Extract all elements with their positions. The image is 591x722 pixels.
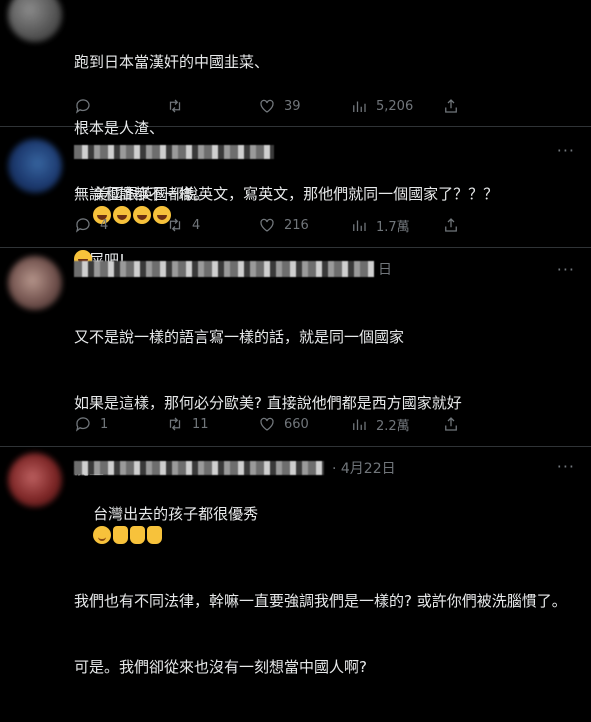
tweet-line: 跑到日本當漢奸的中國韭菜、 bbox=[74, 53, 270, 71]
tweet-line: 又不是說一樣的語言寫一樣的話，就是同一個國家 bbox=[74, 328, 405, 346]
like-count: 39 bbox=[284, 98, 301, 114]
heart-icon bbox=[260, 218, 274, 232]
tweet-line: 可是。我們卻從來也沒有一刻想當中國人啊? bbox=[74, 658, 367, 676]
blurred-username bbox=[74, 461, 324, 475]
tweet-line: 美國跟英國都說英文，寫英文，那他們就同一個國家了？？？ bbox=[93, 185, 499, 203]
tweet-header bbox=[74, 143, 274, 161]
heart-icon bbox=[260, 417, 274, 431]
retweet-icon bbox=[169, 99, 181, 113]
tweet-actions: 4 4 216 1.7萬 bbox=[74, 215, 514, 235]
avatar[interactable] bbox=[8, 139, 62, 193]
share-button[interactable] bbox=[442, 415, 460, 433]
views-count: 2.2萬 bbox=[376, 418, 410, 434]
avatar[interactable] bbox=[8, 0, 62, 42]
heart-icon bbox=[260, 99, 274, 113]
share-icon bbox=[445, 218, 457, 232]
like-button[interactable]: 660 bbox=[258, 415, 350, 433]
views-button[interactable]: 1.7萬 bbox=[350, 216, 442, 235]
reply-button[interactable]: 4 bbox=[74, 216, 166, 234]
thumbs-up-emoji bbox=[147, 526, 163, 544]
share-icon bbox=[445, 99, 457, 113]
reply-icon bbox=[75, 218, 90, 233]
retweet-icon bbox=[169, 417, 181, 431]
tweet-1[interactable]: 跑到日本當漢奸的中國韭菜、 根本是人渣、 無論和誰都不一樣。 去屎吧! 39 5… bbox=[0, 0, 591, 269]
views-chart-icon bbox=[353, 220, 366, 231]
like-count: 216 bbox=[284, 217, 309, 233]
reply-icon bbox=[75, 99, 90, 114]
views-button[interactable]: 2.2萬 bbox=[350, 415, 442, 434]
retweet-count: 4 bbox=[192, 217, 201, 233]
tweet-line: 我們也有不同法律，幹嘛一直要強調我們是一樣的? 或許你們被洗腦慣了。 bbox=[74, 592, 567, 610]
reply-button[interactable] bbox=[74, 97, 166, 115]
retweet-count: 11 bbox=[192, 416, 209, 432]
tweet-3[interactable]: 日 ··· 又不是說一樣的語言寫一樣的話，就是同一個國家 如果是這樣，那何必分歐… bbox=[0, 248, 591, 676]
tweet-actions: 1 11 660 2.2萬 bbox=[74, 414, 514, 434]
thumbs-up-emoji bbox=[113, 526, 129, 544]
retweet-button[interactable]: 11 bbox=[166, 415, 258, 433]
tweet-line: 如果是這樣，那何必分歐美? 直接說他們都是西方國家就好 bbox=[74, 394, 462, 412]
views-button[interactable]: 5,206 bbox=[350, 97, 442, 115]
tweet-text: 台灣出去的孩子都很優秀 bbox=[74, 481, 574, 569]
avatar[interactable] bbox=[8, 256, 62, 310]
retweet-button[interactable]: 4 bbox=[166, 216, 258, 234]
avatar[interactable] bbox=[8, 453, 62, 507]
like-count: 660 bbox=[284, 416, 309, 432]
thumbs-up-emoji bbox=[130, 526, 146, 544]
like-button[interactable]: 39 bbox=[258, 97, 350, 115]
like-button[interactable]: 216 bbox=[258, 216, 350, 234]
tweet-4[interactable]: · 4月22日 ··· 台灣出去的孩子都很優秀 bbox=[0, 447, 591, 544]
tweet-date[interactable]: 日 bbox=[378, 259, 392, 279]
tweet-actions: 39 5,206 bbox=[74, 96, 514, 116]
more-options-icon[interactable]: ··· bbox=[557, 260, 575, 279]
tweet-header: · 4月22日 bbox=[74, 459, 396, 477]
blurred-username bbox=[74, 145, 274, 159]
share-icon bbox=[445, 417, 457, 431]
smile-emoji bbox=[93, 526, 112, 544]
tweet-line: 台灣出去的孩子都很優秀 bbox=[93, 505, 259, 523]
more-options-icon[interactable]: ··· bbox=[557, 141, 575, 160]
retweet-button[interactable] bbox=[166, 97, 258, 115]
blurred-username bbox=[74, 261, 374, 277]
reply-count: 4 bbox=[100, 217, 109, 233]
tweet-2[interactable]: ··· 美國跟英國都說英文，寫英文，那他們就同一個國家了？？？ 4 4 216 … bbox=[0, 127, 591, 268]
tweet-header: 日 bbox=[74, 260, 392, 278]
share-button[interactable] bbox=[442, 216, 460, 234]
tweet-date[interactable]: · 4月22日 bbox=[332, 458, 396, 478]
reply-icon bbox=[75, 417, 90, 432]
views-count: 5,206 bbox=[376, 98, 414, 114]
views-chart-icon bbox=[353, 419, 366, 430]
views-chart-icon bbox=[353, 101, 366, 112]
more-options-icon[interactable]: ··· bbox=[557, 457, 575, 476]
retweet-icon bbox=[169, 218, 181, 232]
reply-button[interactable]: 1 bbox=[74, 415, 166, 433]
reply-count: 1 bbox=[100, 416, 109, 432]
views-count: 1.7萬 bbox=[376, 219, 410, 235]
share-button[interactable] bbox=[442, 97, 460, 115]
